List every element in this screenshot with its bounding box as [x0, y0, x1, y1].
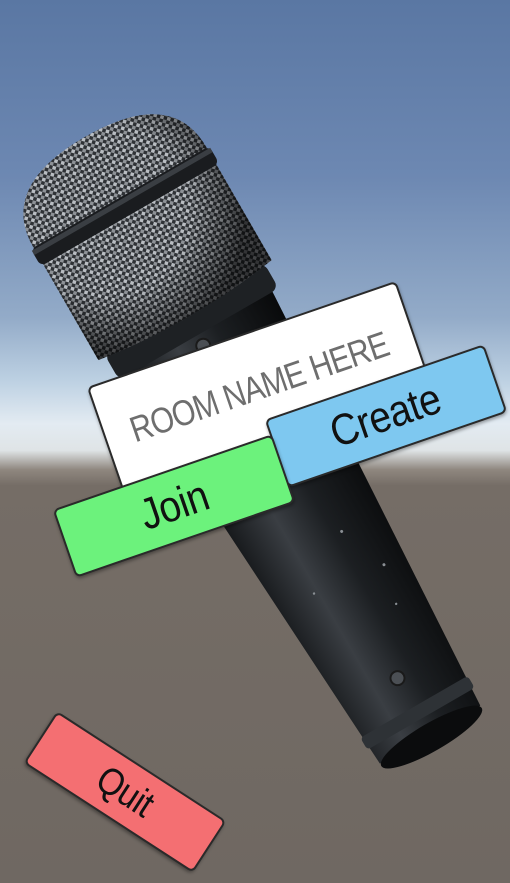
- game-scene: ROOM NAME HERE Create Join Quit: [0, 0, 510, 883]
- join-button-label: Join: [133, 471, 215, 540]
